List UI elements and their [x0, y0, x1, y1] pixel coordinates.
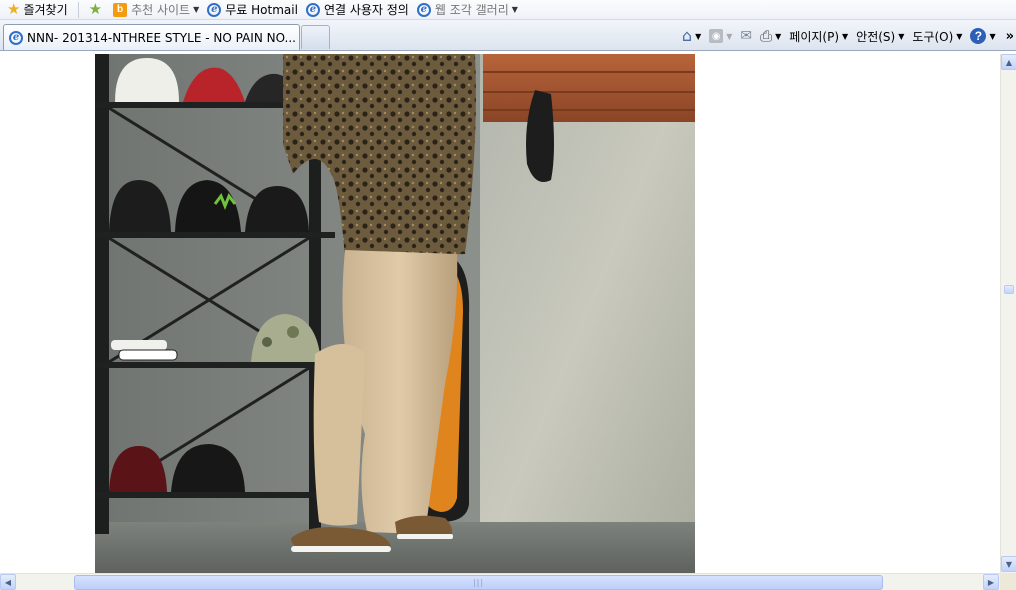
favorites-separator: [77, 1, 79, 18]
chevron-down-icon[interactable]: ▼: [695, 32, 701, 41]
chevron-down-icon[interactable]: ▼: [775, 32, 781, 41]
command-bar: ⌂ ▼ ◉ ▼ ✉ ⎙ ▼ 페이지(P) ▼ 안전(S) ▼ 도구(O) ▼ ?…: [678, 24, 1014, 48]
print-button[interactable]: ⎙ ▼: [756, 25, 785, 47]
chevron-left-icon: ◀: [4, 577, 12, 587]
favorite-free-hotmail[interactable]: e 무료 Hotmail: [203, 1, 302, 19]
favorite-customize-links-label: 연결 사용자 정의: [323, 3, 409, 17]
ie-icon: e: [9, 30, 23, 45]
ie-icon: e: [416, 2, 431, 17]
chevron-down-icon: ▼: [956, 31, 963, 41]
bing-icon: b: [113, 2, 128, 17]
safety-menu-label: 안전(S): [856, 29, 896, 44]
chevron-down-icon: ▼: [511, 5, 518, 14]
scroll-up-button[interactable]: ▲: [1001, 54, 1016, 70]
scroll-right-button[interactable]: ▶: [983, 574, 999, 590]
horizontal-scrollbar[interactable]: ◀ ||| ▶: [0, 573, 1000, 590]
chevron-down-icon: ▼: [989, 31, 996, 41]
scroll-down-button[interactable]: ▼: [1001, 556, 1016, 572]
feeds-button[interactable]: ◉ ▼: [705, 25, 736, 47]
ie-icon: e: [207, 2, 222, 17]
chevron-right-icon: ▶: [987, 577, 995, 587]
favorites-label: 즐겨찾기: [23, 3, 68, 17]
chevron-down-icon: ▼: [193, 5, 200, 14]
page-content: [0, 54, 1000, 573]
page-menu[interactable]: 페이지(P) ▼: [785, 25, 852, 47]
tools-menu-label: 도구(O): [912, 29, 954, 44]
tab-active[interactable]: e NNN- 201314-NTHREE STYLE - NO PAIN NO.…: [3, 24, 300, 50]
product-photo: [95, 54, 695, 573]
horizontal-scroll-thumb[interactable]: |||: [74, 575, 883, 590]
chevron-up-icon: ▲: [1005, 57, 1013, 67]
favorite-free-hotmail-label: 무료 Hotmail: [225, 3, 298, 17]
safety-menu[interactable]: 안전(S) ▼: [852, 25, 908, 47]
grip-icon: |||: [472, 578, 485, 587]
ie-icon: e: [305, 2, 320, 17]
favorite-suggested-sites-label: 추천 사이트: [131, 3, 191, 17]
favorite-web-slice-gallery-label: 웹 조각 갤러리: [434, 3, 509, 17]
add-favorite-icon: ★: [88, 0, 103, 18]
add-to-favorites-bar-button[interactable]: ★: [85, 1, 109, 19]
vertical-scrollbar[interactable]: ▲ ▼: [1000, 54, 1016, 573]
favorite-suggested-sites[interactable]: b 추천 사이트 ▼: [109, 1, 203, 19]
vertical-scroll-thumb[interactable]: [1004, 285, 1014, 294]
tab-title: NNN- 201314-NTHREE STYLE - NO PAIN NO...: [27, 30, 296, 45]
mail-icon: ✉: [740, 28, 753, 44]
home-icon: ⌂: [681, 26, 693, 45]
chevron-down-icon: ▼: [898, 31, 905, 41]
help-icon: ?: [970, 28, 987, 44]
product-photo-illustration: [95, 54, 695, 573]
page-menu-label: 페이지(P): [789, 29, 840, 44]
tools-menu[interactable]: 도구(O) ▼: [908, 25, 966, 47]
vertical-scroll-track[interactable]: [1002, 71, 1016, 555]
favorites-bar: ★ 즐겨찾기 ★ b 추천 사이트 ▼ e 무료 Hotmail e 연결 사용…: [0, 0, 1016, 20]
scrollbar-corner: [1000, 573, 1016, 590]
favorites-star-icon: ★: [7, 0, 21, 18]
home-button[interactable]: ⌂ ▼: [678, 25, 705, 47]
chevron-down-icon: ▼: [842, 31, 849, 41]
favorite-customize-links[interactable]: e 연결 사용자 정의: [302, 1, 413, 19]
tab-command-bar: e NNN- 201314-NTHREE STYLE - NO PAIN NO.…: [0, 20, 1016, 51]
favorite-web-slice-gallery[interactable]: e 웹 조각 갤러리 ▼: [413, 1, 522, 19]
chevron-down-icon[interactable]: ▼: [726, 32, 732, 41]
favorites-button[interactable]: ★ 즐겨찾기: [3, 1, 72, 19]
more-commands-chevron[interactable]: »: [1006, 29, 1014, 44]
help-menu[interactable]: ? ▼: [966, 25, 999, 47]
printer-icon: ⎙: [760, 26, 773, 45]
scroll-left-button[interactable]: ◀: [0, 574, 16, 590]
chevron-down-icon: ▼: [1005, 559, 1013, 569]
new-tab-button[interactable]: [301, 25, 330, 49]
rss-icon: ◉: [709, 29, 724, 43]
read-mail-button[interactable]: ✉: [736, 25, 756, 47]
